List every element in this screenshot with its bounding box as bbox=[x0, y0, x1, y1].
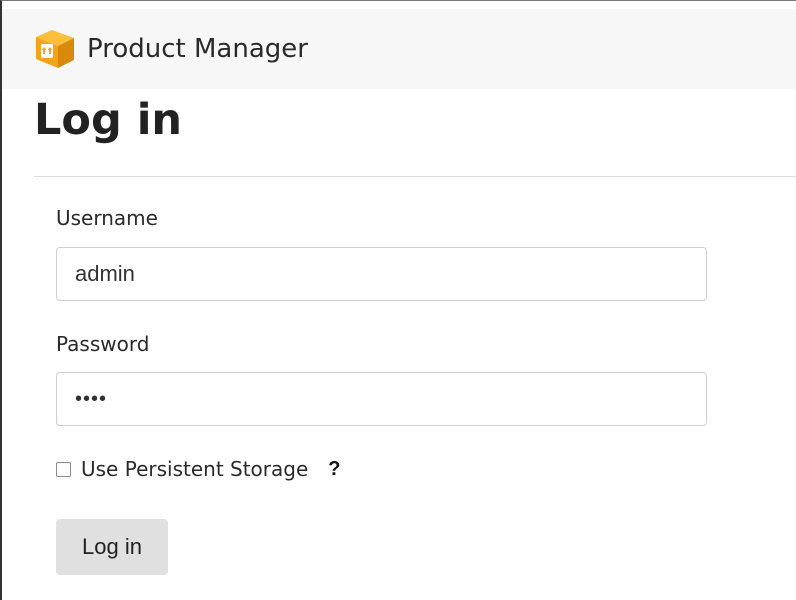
page-title: Log in bbox=[34, 95, 183, 145]
persistent-storage-option[interactable]: Use Persistent Storage ? bbox=[56, 455, 340, 483]
login-button[interactable]: Log in bbox=[56, 519, 168, 575]
question-mark-icon[interactable]: ? bbox=[328, 458, 340, 481]
app-window: Product Manager Log in Username Password… bbox=[0, 0, 796, 600]
navbar: Product Manager bbox=[2, 9, 796, 89]
brand-name[interactable]: Product Manager bbox=[87, 33, 308, 65]
password-input[interactable] bbox=[56, 372, 707, 426]
package-box-icon bbox=[36, 30, 74, 68]
password-label: Password bbox=[56, 332, 150, 356]
title-divider bbox=[34, 176, 796, 177]
persistent-storage-label[interactable]: Use Persistent Storage bbox=[81, 456, 308, 482]
persistent-storage-checkbox[interactable] bbox=[56, 461, 71, 477]
username-label: Username bbox=[56, 206, 158, 230]
username-input[interactable] bbox=[56, 247, 707, 301]
